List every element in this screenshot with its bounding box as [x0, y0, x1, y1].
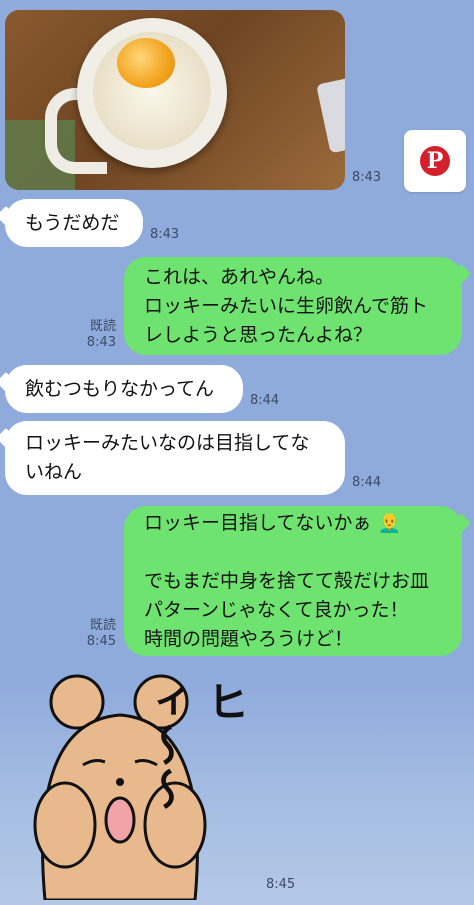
- message-bubble[interactable]: 飲むつもりなかってん: [5, 365, 243, 413]
- laptop-corner: [316, 76, 345, 154]
- pinterest-share-button[interactable]: P: [404, 130, 466, 192]
- message-bubble[interactable]: ロッキーみたいなのは目指してな いねん: [5, 421, 345, 495]
- bear-mouth: [104, 796, 136, 844]
- pinterest-icon: P: [420, 146, 450, 176]
- timestamp: 8:43: [352, 170, 382, 185]
- sticker-text: ヒィ〜〜: [140, 680, 250, 812]
- message-bubble[interactable]: これは、あれやんね。 ロッキーみたいに生卵飲んで筋ト レしようと思ったんよね？: [124, 257, 462, 355]
- timestamp: 8:43: [86, 335, 116, 350]
- timestamp: 8:45: [86, 634, 116, 649]
- timestamp: 8:44: [250, 393, 280, 408]
- timestamp: 8:45: [266, 877, 296, 892]
- read-receipt: 既読: [89, 618, 116, 633]
- egg-yolk: [117, 38, 175, 88]
- bear-nose: [116, 778, 124, 786]
- message-bubble[interactable]: ロッキー目指してないかぁ 👨‍🦲 でもまだ中身を捨てて殻だけお皿 パターンじゃな…: [124, 506, 462, 656]
- timestamp: 8:43: [150, 227, 180, 242]
- read-receipt: 既読: [89, 319, 116, 334]
- egg-mug-photo[interactable]: [5, 10, 345, 190]
- timestamp: 8:44: [352, 475, 382, 490]
- message-bubble[interactable]: もうだめだ: [5, 199, 143, 247]
- bear-hand-left: [33, 781, 97, 869]
